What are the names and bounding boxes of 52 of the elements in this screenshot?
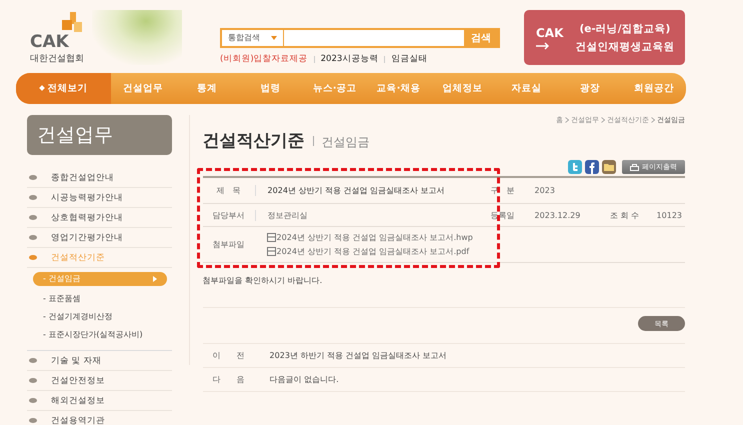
post-department: 정보관리실 xyxy=(254,210,483,220)
attachment-link[interactable]: 2024년 상반기 적용 건설업 임금실태조사 보고서.hwp xyxy=(266,232,473,243)
sidebar-item[interactable]: 해외건설정보 xyxy=(51,394,105,406)
file-icon xyxy=(266,247,276,256)
banner-text: (e-러닝/집합교육) xyxy=(579,22,670,36)
field-label: 첨부파일 xyxy=(212,239,246,250)
adjacent-post-link[interactable]: 2023년 하반기 적용 건설업 임금실태조사 보고서 xyxy=(254,350,447,361)
facebook-icon[interactable] xyxy=(585,160,599,174)
field-label: 이 전 xyxy=(212,350,246,361)
page-subtitle: 건설임금 xyxy=(322,134,370,151)
field-label: 구 분 xyxy=(490,185,516,196)
field-label: 등록일 xyxy=(490,210,516,220)
banner-text: 건설인재평생교육원 xyxy=(575,40,674,54)
sidebar-item[interactable]: 종합건설업안내 xyxy=(51,172,114,184)
folder-icon[interactable] xyxy=(602,160,616,174)
attachment-link[interactable]: 2024년 상반기 적용 건설업 임금실태조사 보고서.pdf xyxy=(266,246,473,257)
nav-item[interactable]: 전체보기 xyxy=(16,73,111,104)
sidebar-item[interactable]: 시공능력평가안내 xyxy=(51,192,123,204)
sidebar-subitem[interactable]: - 건설기계경비산정 xyxy=(27,308,172,326)
adjacent-post-link[interactable]: 다음글이 없습니다. xyxy=(254,374,339,385)
view-count: 10123 xyxy=(656,210,683,220)
logo-text: CAK xyxy=(30,34,69,50)
banner-logo-text: CAK xyxy=(536,26,564,40)
quick-link[interactable]: 2023시공능력 xyxy=(320,53,378,65)
sidebar-item[interactable]: 건설용역기관 xyxy=(51,414,105,425)
file-icon xyxy=(266,233,276,242)
field-label: 다 음 xyxy=(212,374,246,385)
page-title: 건설적산기준 xyxy=(202,130,305,152)
post-category: 2023 xyxy=(534,186,555,195)
quick-link[interactable]: (비회원)입찰자료제공 xyxy=(220,53,308,65)
sidebar-subitem[interactable]: - 표준품셈 xyxy=(27,290,172,308)
sidebar-item[interactable]: 건설안전정보 xyxy=(51,374,105,386)
field-label: 제 목 xyxy=(216,185,242,196)
sidebar-subitem[interactable]: - 표준시장단가(실적공사비) xyxy=(27,326,172,344)
chevron-icon xyxy=(601,117,605,123)
printer-icon xyxy=(630,164,639,170)
sidebar-title: 건설업무 xyxy=(27,115,172,155)
sidebar-item[interactable]: 상호협력평가안내 xyxy=(51,212,123,224)
sidebar-item[interactable]: 영업기간평가안내 xyxy=(51,232,123,244)
triangle-icon xyxy=(153,276,157,282)
logo-name: 대한건설협회 xyxy=(30,53,84,65)
quick-link[interactable]: 임금실태 xyxy=(391,53,428,65)
field-label: 담당부서 xyxy=(212,210,246,220)
post-date: 2023.12.29 xyxy=(534,210,582,220)
post-body-text: 첨부파일을 확인하시기 바랍니다. xyxy=(202,275,685,308)
arrow-icon xyxy=(536,42,550,50)
chevron-icon xyxy=(565,117,569,123)
chevron-icon xyxy=(651,117,655,123)
post-title: 2024년 상반기 적용 건설업 임금실태조사 보고서 xyxy=(254,185,483,196)
education-banner[interactable]: CAK (e-러닝/집합교육) 건설인재평생교육원 xyxy=(524,10,685,65)
sidebar-item[interactable]: 기술 및 자재 xyxy=(51,354,102,366)
field-label: 조 회 수 xyxy=(609,210,640,220)
